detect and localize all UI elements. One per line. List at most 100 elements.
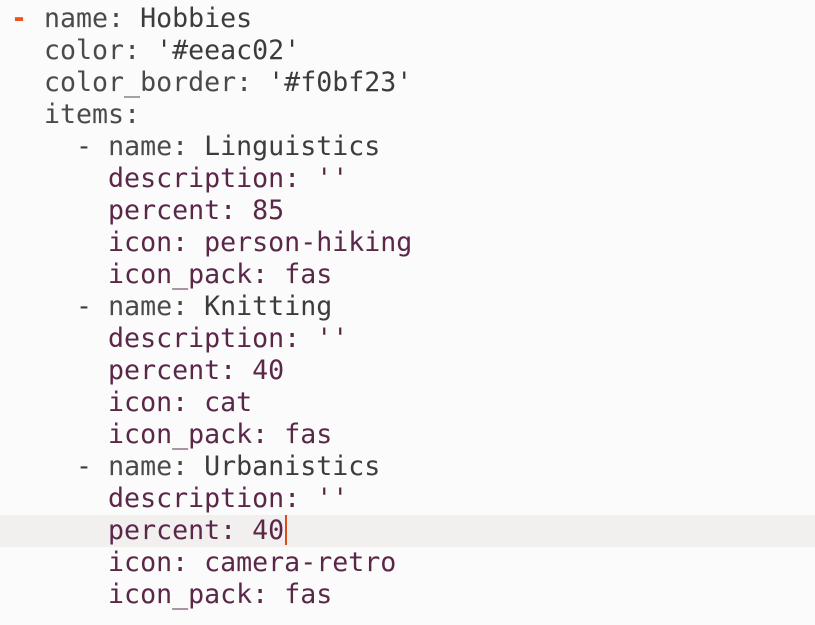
yaml-separator: :: [284, 323, 317, 354]
yaml-key: percent: [108, 195, 221, 226]
text-editor[interactable]: - name: Hobbies color: '#eeac02' color_bord…: [0, 0, 815, 625]
yaml-separator: :: [172, 451, 205, 482]
editor-line[interactable]: description: '': [0, 163, 815, 195]
yaml-key: name: [108, 131, 173, 162]
editor-line[interactable]: color_border: '#f0bf23': [0, 67, 815, 99]
yaml-value: Linguistics: [204, 131, 381, 162]
editor-line[interactable]: percent: 40: [0, 355, 815, 387]
yaml-value: '': [316, 483, 349, 514]
line-text: icon: cat: [44, 387, 252, 419]
yaml-separator: :: [284, 483, 317, 514]
editor-line[interactable]: icon_pack: fas: [0, 579, 815, 611]
line-text: icon_pack: fas: [44, 419, 332, 451]
line-text: - name: Urbanistics: [44, 451, 380, 483]
line-text: description: '': [44, 323, 348, 355]
editor-line[interactable]: icon: person-hiking: [0, 227, 815, 259]
sequence-dash: -: [76, 131, 109, 162]
yaml-key: percent: [108, 515, 221, 546]
yaml-key: name: [44, 3, 109, 34]
yaml-key: items: [44, 99, 125, 130]
yaml-separator: :: [220, 195, 253, 226]
editor-line[interactable]: - name: Linguistics: [0, 131, 815, 163]
yaml-value: 40: [252, 355, 285, 386]
yaml-value: '#eeac02': [156, 35, 301, 66]
yaml-separator: :: [172, 291, 205, 322]
yaml-value: Hobbies: [140, 3, 253, 34]
list-bullet: -: [11, 3, 28, 34]
yaml-separator: :: [172, 227, 205, 258]
editor-line[interactable]: - name: Urbanistics: [0, 451, 815, 483]
line-text: icon: person-hiking: [44, 227, 412, 259]
line-text: percent: 85: [44, 195, 284, 227]
yaml-separator: :: [172, 387, 205, 418]
yaml-value: 85: [252, 195, 285, 226]
editor-line[interactable]: icon: camera-retro: [0, 547, 815, 579]
yaml-key: color_border: [44, 67, 237, 98]
yaml-key: icon_pack: [108, 259, 253, 290]
line-text: icon_pack: fas: [44, 579, 332, 611]
yaml-key: percent: [108, 355, 221, 386]
sequence-dash: -: [76, 291, 109, 322]
editor-line[interactable]: percent: 85: [0, 195, 815, 227]
yaml-separator: :: [252, 259, 285, 290]
line-text: color: '#eeac02': [44, 35, 300, 67]
yaml-value: cat: [204, 387, 253, 418]
yaml-value: '': [316, 323, 349, 354]
yaml-value: fas: [284, 259, 333, 290]
sequence-dash: -: [76, 451, 109, 482]
yaml-value: Urbanistics: [204, 451, 381, 482]
yaml-value: fas: [284, 419, 333, 450]
yaml-value: Knitting: [204, 291, 333, 322]
editor-line[interactable]: - name: Knitting: [0, 291, 815, 323]
yaml-separator: :: [220, 355, 253, 386]
line-text: name: Hobbies: [44, 3, 252, 35]
line-text: description: '': [44, 163, 348, 195]
editor-line[interactable]: description: '': [0, 323, 815, 355]
editor-line[interactable]: color: '#eeac02': [0, 35, 815, 67]
yaml-value: '': [316, 163, 349, 194]
yaml-key: color: [44, 35, 125, 66]
line-text: - name: Knitting: [44, 291, 332, 323]
yaml-separator: :: [252, 579, 285, 610]
yaml-separator: :: [172, 131, 205, 162]
text-cursor: [285, 515, 288, 545]
yaml-value: 40: [252, 515, 285, 546]
yaml-value: fas: [284, 579, 333, 610]
editor-line[interactable]: icon_pack: fas: [0, 259, 815, 291]
yaml-separator: :: [220, 515, 253, 546]
yaml-key: icon: [108, 387, 173, 418]
yaml-value: '#f0bf23': [268, 67, 413, 98]
yaml-key: description: [108, 163, 285, 194]
line-text: items:: [44, 99, 140, 131]
line-text: icon_pack: fas: [44, 259, 332, 291]
yaml-value: camera-retro: [204, 547, 397, 578]
editor-line[interactable]: icon: cat: [0, 387, 815, 419]
yaml-key: icon_pack: [108, 579, 253, 610]
yaml-separator: :: [172, 547, 205, 578]
line-text: description: '': [44, 483, 348, 515]
yaml-separator: :: [124, 35, 157, 66]
yaml-key: description: [108, 323, 285, 354]
line-text: color_border: '#f0bf23': [44, 67, 412, 99]
yaml-separator: :: [236, 67, 269, 98]
yaml-separator: :: [284, 163, 317, 194]
yaml-key: icon_pack: [108, 419, 253, 450]
yaml-value: person-hiking: [204, 227, 413, 258]
yaml-separator: :: [124, 99, 141, 130]
editor-line[interactable]: icon_pack: fas: [0, 419, 815, 451]
yaml-key: name: [108, 451, 173, 482]
yaml-key: name: [108, 291, 173, 322]
yaml-separator: :: [252, 419, 285, 450]
editor-line[interactable]: percent: 40: [0, 515, 815, 547]
yaml-key: icon: [108, 547, 173, 578]
yaml-key: description: [108, 483, 285, 514]
editor-line[interactable]: - name: Hobbies: [0, 3, 815, 35]
line-text: - name: Linguistics: [44, 131, 380, 163]
line-text: percent: 40: [44, 355, 284, 387]
yaml-key: icon: [108, 227, 173, 258]
editor-line[interactable]: items:: [0, 99, 815, 131]
editor-line[interactable]: description: '': [0, 483, 815, 515]
line-text: icon: camera-retro: [44, 547, 396, 579]
line-text: percent: 40: [44, 515, 288, 547]
yaml-separator: :: [108, 3, 141, 34]
